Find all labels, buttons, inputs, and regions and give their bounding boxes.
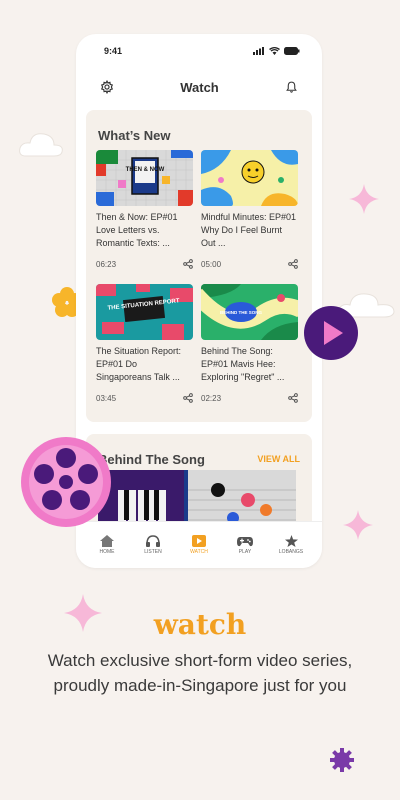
cloud-decoration-left [19, 133, 63, 157]
tab-listen[interactable]: LISTEN [135, 535, 171, 555]
status-bar: 9:41 [104, 44, 300, 58]
tab-label: WATCH [190, 549, 208, 555]
gamepad-icon [237, 537, 253, 547]
bottom-tab-bar: HOME LISTEN WATCH PLAY LOBANGS [76, 521, 322, 568]
whats-new-section: What’s New THEN & NOW Then & Now: EP#01 … [86, 110, 312, 422]
share-icon[interactable] [288, 259, 298, 269]
gear-icon[interactable] [100, 80, 114, 94]
video-duration: 02:23 [201, 393, 222, 403]
bell-icon[interactable] [285, 80, 298, 94]
signal-icon [253, 47, 264, 55]
thumb-label: BEHIND THE SONG [220, 310, 263, 315]
video-card[interactable]: Mindful Minutes: EP#01 Why Do I Feel Bur… [201, 150, 298, 269]
video-duration: 06:23 [96, 259, 117, 269]
video-duration: 03:45 [96, 393, 117, 403]
tab-label: HOME [99, 549, 115, 555]
page-title: Watch [180, 79, 219, 95]
caption-body: Watch exclusive short-form video series,… [47, 651, 353, 695]
battery-icon [284, 47, 300, 55]
section-title: What’s New [98, 128, 171, 143]
gear-decoration [330, 748, 354, 772]
headphones-icon [146, 535, 160, 547]
sparkle-decoration [349, 184, 379, 214]
film-reel-decoration [21, 437, 111, 527]
tab-home[interactable]: HOME [89, 535, 125, 555]
home-icon [100, 535, 114, 547]
thumb-label: THEN & NOW [126, 167, 165, 173]
video-thumbnail[interactable]: THE SITUATION REPORT [96, 284, 193, 340]
video-duration: 05:00 [201, 259, 222, 269]
section-title: Behind The Song [98, 452, 205, 467]
video-title[interactable]: Behind The Song: EP#01 Mavis Hee: Explor… [201, 345, 298, 384]
video-card[interactable]: THEN & NOW Then & Now: EP#01 Love Letter… [96, 150, 193, 269]
wifi-icon [269, 47, 280, 55]
tab-watch[interactable]: WATCH [181, 535, 217, 555]
play-button-decoration [304, 306, 358, 360]
caption-headline: watch [153, 608, 247, 641]
video-title[interactable]: Then & Now: EP#01 Love Letters vs. Roman… [96, 211, 193, 250]
video-title[interactable]: The Situation Report: EP#01 Do Singapore… [96, 345, 193, 384]
status-time: 9:41 [104, 46, 123, 56]
share-icon[interactable] [183, 393, 193, 403]
video-title[interactable]: Mindful Minutes: EP#01 Why Do I Feel Bur… [201, 211, 298, 250]
tab-lobangs[interactable]: LOBANGS [273, 535, 309, 555]
play-icon [192, 535, 206, 547]
app-bar: Watch [76, 72, 322, 102]
tab-label: PLAY [238, 549, 252, 555]
share-icon[interactable] [183, 259, 193, 269]
tab-label: LISTEN [144, 549, 162, 555]
video-card[interactable]: BEHIND THE SONG Behind The Song: EP#01 M… [201, 284, 298, 403]
video-thumbnail[interactable]: THEN & NOW [96, 150, 193, 206]
video-thumbnail[interactable] [201, 150, 298, 206]
share-icon[interactable] [288, 393, 298, 403]
phone-screen: 9:41 Watch What’s New THEN & NOW Then & … [76, 34, 322, 568]
video-card[interactable]: THE SITUATION REPORT The Situation Repor… [96, 284, 193, 403]
tab-play[interactable]: PLAY [227, 535, 263, 555]
tab-label: LOBANGS [278, 549, 304, 555]
star-icon [284, 535, 298, 547]
view-all-link[interactable]: VIEW ALL [257, 454, 300, 464]
sparkle-decoration [343, 510, 373, 540]
video-thumbnail[interactable]: BEHIND THE SONG [201, 284, 298, 340]
